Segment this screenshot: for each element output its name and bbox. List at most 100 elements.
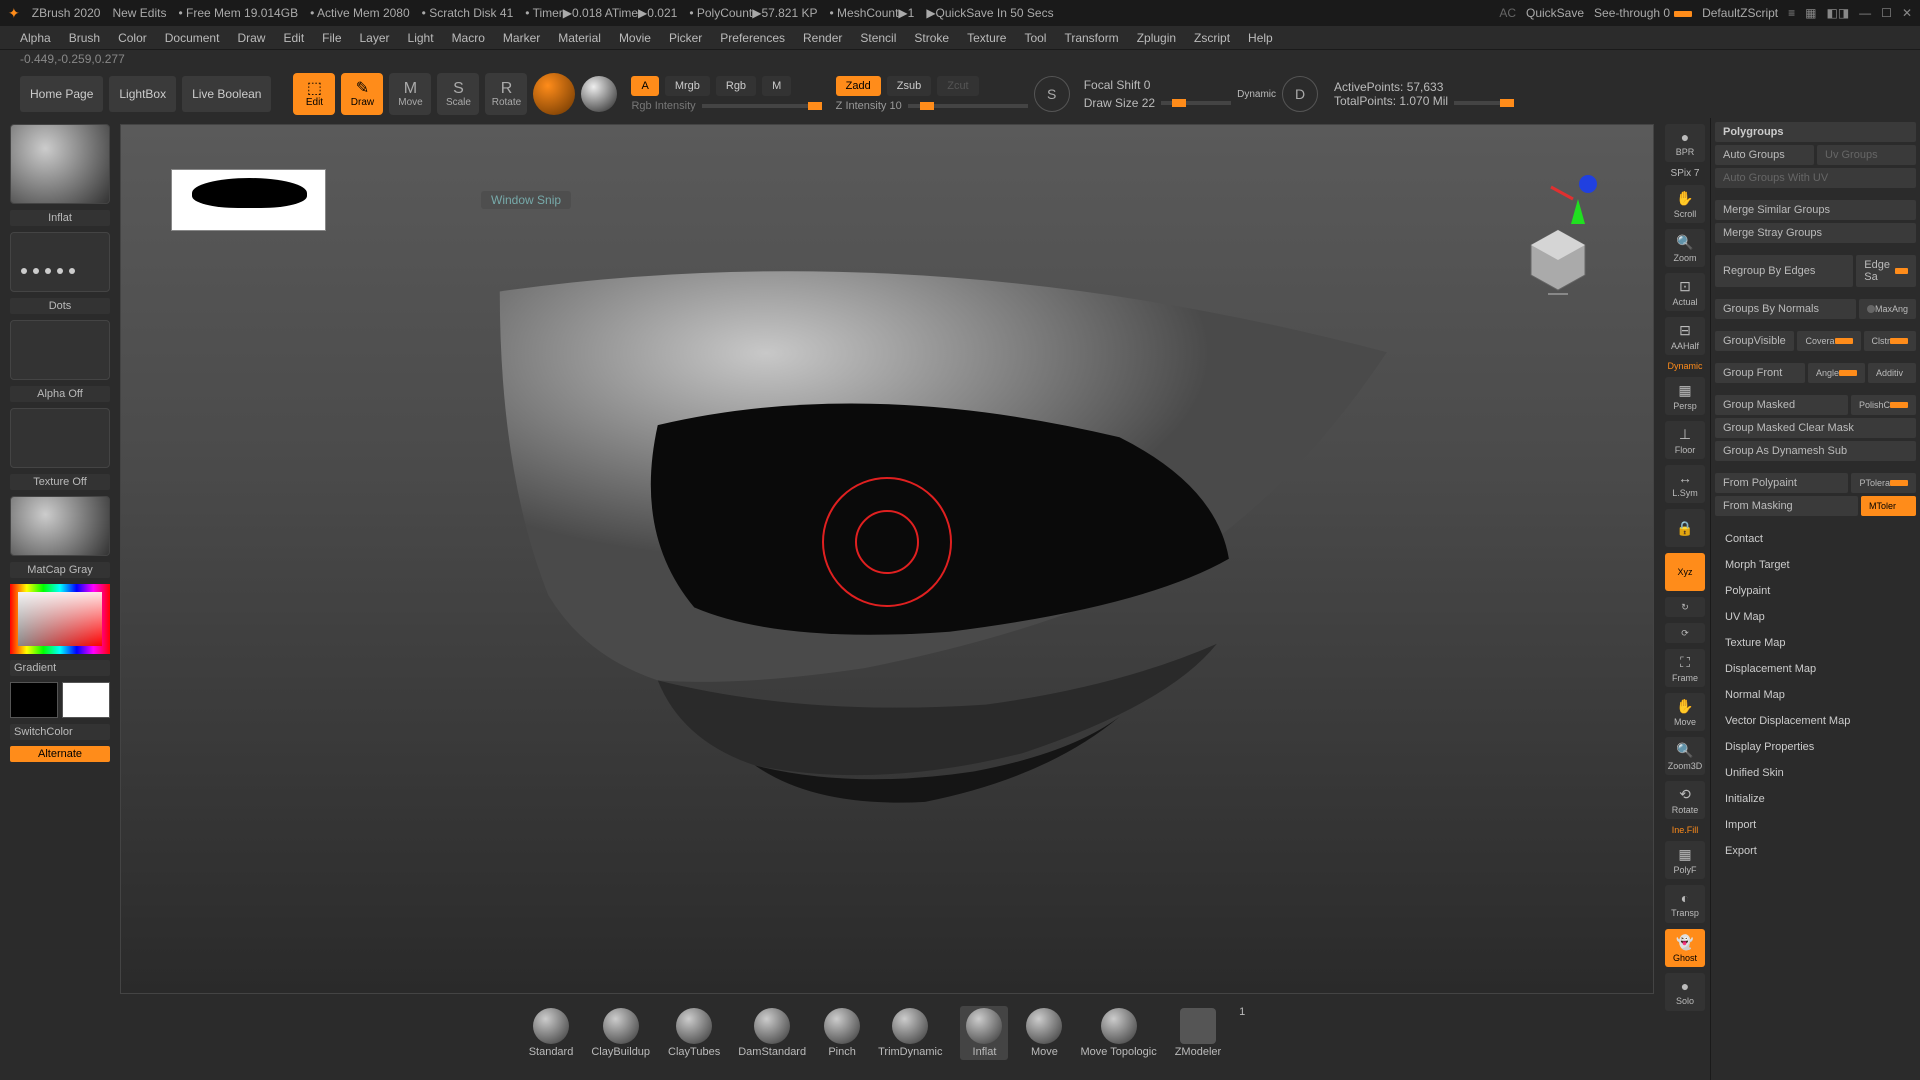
bpr-button[interactable]: ●BPR	[1665, 124, 1705, 162]
brush-move[interactable]: Move	[1026, 1008, 1062, 1058]
ptolerance-slider[interactable]: PTolera	[1851, 473, 1916, 493]
alpha-off-label[interactable]: Alpha Off	[10, 386, 110, 402]
group-masked-button[interactable]: Group Masked	[1715, 395, 1848, 415]
switch-color-button[interactable]: SwitchColor	[10, 724, 110, 740]
gizmo-sphere-icon[interactable]	[533, 73, 575, 115]
menu-texture[interactable]: Texture	[967, 31, 1006, 45]
dynamic-label[interactable]: Dynamic	[1237, 89, 1276, 100]
quicksave-button[interactable]: QuickSave	[1526, 6, 1584, 20]
alternate-button[interactable]: Alternate	[10, 746, 110, 762]
brush-trimdynamic[interactable]: TrimDynamic	[878, 1008, 942, 1058]
from-polypaint-button[interactable]: From Polypaint	[1715, 473, 1848, 493]
merge-stray-button[interactable]: Merge Stray Groups	[1715, 223, 1916, 243]
scale-mode-button[interactable]: SScale	[437, 73, 479, 115]
menu-document[interactable]: Document	[165, 31, 220, 45]
axis-gizmo-icon[interactable]	[1543, 169, 1603, 229]
menu-tool[interactable]: Tool	[1024, 31, 1046, 45]
section-initialize[interactable]: Initialize	[1715, 787, 1916, 811]
brush-preview-icon[interactable]	[10, 124, 110, 204]
menu-stencil[interactable]: Stencil	[860, 31, 896, 45]
from-masking-button[interactable]: From Masking	[1715, 496, 1858, 516]
frame-button[interactable]: ⛶Frame	[1665, 649, 1705, 687]
edit-mode-button[interactable]: ⬚Edit	[293, 73, 335, 115]
regroup-edges-button[interactable]: Regroup By Edges	[1715, 255, 1853, 287]
menu-macro[interactable]: Macro	[452, 31, 485, 45]
move-nav-button[interactable]: ✋Move	[1665, 693, 1705, 731]
close-icon[interactable]: ✕	[1902, 6, 1912, 20]
material-label[interactable]: MatCap Gray	[10, 562, 110, 578]
home-page-button[interactable]: Home Page	[20, 76, 103, 112]
group-masked-clear-button[interactable]: Group Masked Clear Mask	[1715, 418, 1916, 438]
lightbox-button[interactable]: LightBox	[109, 76, 176, 112]
zadd-toggle[interactable]: Zadd	[836, 76, 881, 96]
menu-file[interactable]: File	[322, 31, 341, 45]
scroll-button[interactable]: ✋Scroll	[1665, 185, 1705, 223]
section-vector-disp-map[interactable]: Vector Displacement Map	[1715, 709, 1916, 733]
z-intensity-slider[interactable]	[908, 104, 1028, 108]
swatch-black[interactable]	[10, 682, 58, 718]
lsym-button[interactable]: ↔L.Sym	[1665, 465, 1705, 503]
group-visible-button[interactable]: GroupVisible	[1715, 331, 1794, 351]
persp-button[interactable]: ▦Persp	[1665, 377, 1705, 415]
menu-material[interactable]: Material	[558, 31, 601, 45]
brush-inflat[interactable]: Inflat	[960, 1006, 1008, 1060]
polygroups-header[interactable]: Polygroups	[1715, 122, 1916, 142]
brush-zmodeler[interactable]: ZModeler	[1175, 1008, 1221, 1058]
menu-icon[interactable]: ≡	[1788, 6, 1795, 20]
groups-normals-button[interactable]: Groups By Normals	[1715, 299, 1856, 319]
draw-size-slider[interactable]	[1161, 101, 1231, 105]
ghost-button[interactable]: 👻Ghost	[1665, 929, 1705, 967]
section-uv-map[interactable]: UV Map	[1715, 605, 1916, 629]
menu-light[interactable]: Light	[408, 31, 434, 45]
menu-layer[interactable]: Layer	[360, 31, 390, 45]
lock-button[interactable]: 🔒	[1665, 509, 1705, 547]
d-dynamic-icon[interactable]: D	[1282, 76, 1318, 112]
gradient-label[interactable]: Gradient	[10, 660, 110, 676]
section-contact[interactable]: Contact	[1715, 527, 1916, 551]
grid-icon[interactable]: ▦	[1805, 6, 1816, 20]
solo-button[interactable]: ●Solo	[1665, 973, 1705, 1011]
cluster-slider[interactable]: Clstr	[1864, 331, 1917, 351]
zoom3d-button[interactable]: 🔍Zoom3D	[1665, 737, 1705, 775]
rot-y-button[interactable]: ↻	[1665, 597, 1705, 617]
3d-viewport[interactable]: Window Snip	[120, 124, 1654, 994]
menu-help[interactable]: Help	[1248, 31, 1273, 45]
live-boolean-button[interactable]: Live Boolean	[182, 76, 271, 112]
aahalf-button[interactable]: ⊟AAHalf	[1665, 317, 1705, 355]
layout-icon[interactable]: ◧◨	[1826, 6, 1849, 20]
default-zscript[interactable]: DefaultZScript	[1702, 6, 1778, 20]
rotate-mode-button[interactable]: RRotate	[485, 73, 527, 115]
zcut-toggle[interactable]: Zcut	[937, 76, 978, 96]
brush-claybuildup[interactable]: ClayBuildup	[591, 1008, 650, 1058]
additive-toggle[interactable]: Additiv	[1868, 363, 1916, 383]
section-normal-map[interactable]: Normal Map	[1715, 683, 1916, 707]
polish-slider[interactable]: PolishC	[1851, 395, 1916, 415]
nav-cube-icon[interactable]	[1523, 225, 1593, 295]
material-preview-icon[interactable]	[10, 496, 110, 556]
brush-claytubes[interactable]: ClayTubes	[668, 1008, 720, 1058]
auto-groups-button[interactable]: Auto Groups	[1715, 145, 1814, 165]
menu-movie[interactable]: Movie	[619, 31, 651, 45]
menu-brush[interactable]: Brush	[69, 31, 100, 45]
mtolerance-slider[interactable]: MToler	[1861, 496, 1916, 516]
menu-zplugin[interactable]: Zplugin	[1137, 31, 1176, 45]
mrgb-toggle[interactable]: Mrgb	[665, 76, 710, 96]
alpha-preview-icon[interactable]	[10, 320, 110, 380]
menu-render[interactable]: Render	[803, 31, 842, 45]
brush-pinch[interactable]: Pinch	[824, 1008, 860, 1058]
coverage-slider[interactable]: Covera	[1797, 331, 1860, 351]
menu-picker[interactable]: Picker	[669, 31, 702, 45]
menu-transform[interactable]: Transform	[1064, 31, 1118, 45]
edge-sa-slider[interactable]: Edge Sa	[1856, 255, 1916, 287]
section-texture-map[interactable]: Texture Map	[1715, 631, 1916, 655]
section-export[interactable]: Export	[1715, 839, 1916, 863]
rgb-toggle[interactable]: Rgb	[716, 76, 756, 96]
section-displacement-map[interactable]: Displacement Map	[1715, 657, 1916, 681]
maximize-icon[interactable]: ☐	[1881, 6, 1892, 20]
section-polypaint[interactable]: Polypaint	[1715, 579, 1916, 603]
points-slider[interactable]	[1454, 101, 1514, 105]
zoom-button[interactable]: 🔍Zoom	[1665, 229, 1705, 267]
group-front-button[interactable]: Group Front	[1715, 363, 1805, 383]
draw-mode-button[interactable]: ✎Draw	[341, 73, 383, 115]
auto-groups-uv-button[interactable]: Auto Groups With UV	[1715, 168, 1916, 188]
